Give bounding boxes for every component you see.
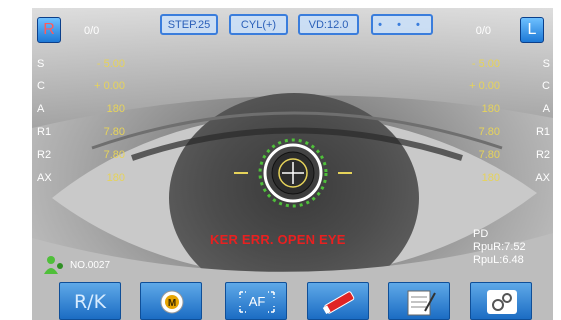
right-eye-badge[interactable]: R — [37, 17, 61, 43]
notepad-icon — [407, 290, 436, 316]
left-eye-badge[interactable]: L — [520, 17, 544, 43]
value-r1-right: 7.80 — [103, 126, 125, 138]
value-a-left: 180 — [481, 103, 500, 115]
label-s-right: S — [37, 58, 45, 70]
error-message: KER ERR. OPEN EYE — [210, 232, 346, 247]
value-c-right: + 0.00 — [94, 80, 125, 92]
cyl-button[interactable]: CYL(+) — [229, 14, 288, 35]
value-c-left: + 0.00 — [469, 80, 500, 92]
label-r1-left: R1 — [535, 126, 550, 138]
value-ax-right: 180 — [106, 172, 125, 184]
camera-screen: R L 0/0 0/0 STEP.25 CYL(+) VD:12.0 • • •… — [32, 8, 553, 320]
label-s-left: S — [542, 58, 550, 70]
label-ax-left: AX — [535, 172, 550, 184]
af-label: AF — [248, 294, 266, 309]
memo-button[interactable] — [388, 282, 450, 320]
settings-button[interactable] — [470, 282, 532, 320]
eye-image — [32, 8, 553, 320]
value-r2-left: 7.80 — [478, 149, 500, 161]
bottom-toolbar: R/K M AF — [42, 282, 553, 320]
pupil-distance-panel: PD RpuR:7.52 RpuL:6.48 — [473, 228, 526, 267]
right-measure-count: 0/0 — [84, 25, 100, 37]
gear-icon — [487, 290, 517, 314]
label-c-right: C — [37, 80, 45, 92]
step-button[interactable]: STEP.25 — [160, 14, 218, 35]
label-r1-right: R1 — [37, 126, 52, 138]
label-a-left: A — [542, 103, 550, 115]
print-button[interactable] — [307, 282, 369, 320]
value-s-right: - 5.00 — [96, 58, 125, 70]
manual-mode-button[interactable]: M — [140, 282, 202, 320]
value-r2-right: 7.80 — [103, 149, 125, 161]
print-icon — [322, 291, 355, 314]
value-r1-left: 7.80 — [478, 126, 500, 138]
label-c-left: C — [542, 80, 550, 92]
label-r2-right: R2 — [37, 149, 52, 161]
label-ax-right: AX — [37, 172, 52, 184]
value-s-left: - 5.00 — [471, 58, 500, 70]
value-a-right: 180 — [106, 103, 125, 115]
pupil-right-value: RpuR:7.52 — [473, 241, 526, 253]
more-options-button[interactable]: • • • — [371, 14, 433, 35]
label-a-right: A — [37, 103, 45, 115]
patient-number: NO.0027 — [70, 260, 111, 271]
label-r2-left: R2 — [535, 149, 550, 161]
patient-icon — [44, 256, 63, 274]
pupil-left-value: RpuL:6.48 — [473, 254, 524, 266]
pd-title: PD — [473, 228, 489, 240]
vd-button[interactable]: VD:12.0 — [298, 14, 359, 35]
value-ax-left: 180 — [481, 172, 500, 184]
svg-text:M: M — [168, 298, 176, 309]
auto-focus-button[interactable]: AF — [225, 282, 287, 320]
left-measure-count: 0/0 — [475, 25, 491, 37]
rk-mode-button[interactable]: R/K — [59, 282, 121, 320]
manual-m-icon: M — [160, 290, 184, 314]
